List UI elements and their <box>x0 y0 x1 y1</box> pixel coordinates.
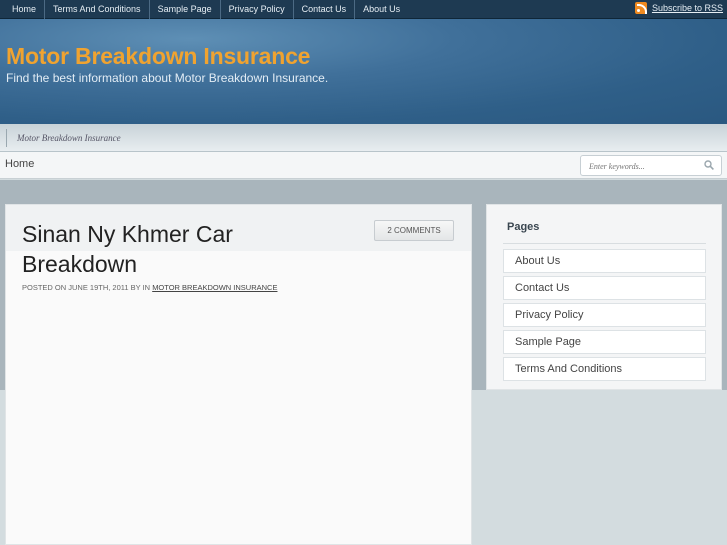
post-title[interactable]: Sinan Ny Khmer Car Breakdown <box>22 219 322 279</box>
top-navigation-bar: Home Terms And Conditions Sample Page Pr… <box>0 0 727 19</box>
post-category-link[interactable]: MOTOR BREAKDOWN INSURANCE <box>152 283 277 292</box>
secondary-nav-home[interactable]: Home <box>5 158 34 170</box>
sidebar: Pages About Us Contact Us Privacy Policy… <box>486 204 722 390</box>
sidebar-item-privacy-policy[interactable]: Privacy Policy <box>503 303 706 327</box>
sidebar-title: Pages <box>507 221 540 233</box>
search-box <box>580 155 722 176</box>
site-description: Find the best information about Motor Br… <box>6 71 329 85</box>
post-meta: POSTED ON JUNE 19TH, 2011 BY IN MOTOR BR… <box>22 283 277 292</box>
top-nav: Home Terms And Conditions Sample Page Pr… <box>4 0 408 19</box>
sidebar-item-about-us[interactable]: About Us <box>503 249 706 273</box>
sidebar-item-sample-page[interactable]: Sample Page <box>503 330 706 354</box>
breadcrumb-bar: Motor Breakdown Insurance <box>0 124 727 152</box>
sidebar-pages-list: About Us Contact Us Privacy Policy Sampl… <box>503 249 706 384</box>
top-nav-home[interactable]: Home <box>4 0 46 19</box>
rss-subscribe-link[interactable]: Subscribe to RSS <box>652 3 723 13</box>
sidebar-item-terms[interactable]: Terms And Conditions <box>503 357 706 381</box>
breadcrumb[interactable]: Motor Breakdown Insurance <box>6 129 121 147</box>
search-icon[interactable] <box>704 160 714 170</box>
top-nav-terms[interactable]: Terms And Conditions <box>45 0 150 19</box>
site-header: Motor Breakdown Insurance Find the best … <box>0 19 727 124</box>
post-meta-text: POSTED ON JUNE 19TH, 2011 BY IN <box>22 283 153 292</box>
site-title[interactable]: Motor Breakdown Insurance <box>6 43 310 70</box>
top-nav-about-us[interactable]: About Us <box>355 0 408 19</box>
top-nav-privacy-policy[interactable]: Privacy Policy <box>221 0 294 19</box>
top-nav-sample-page[interactable]: Sample Page <box>150 0 221 19</box>
comments-button[interactable]: 2 COMMENTS <box>374 220 454 241</box>
rss-icon[interactable] <box>634 2 647 14</box>
sidebar-item-contact-us[interactable]: Contact Us <box>503 276 706 300</box>
sidebar-divider <box>503 243 706 244</box>
rss-subscribe: Subscribe to RSS <box>634 2 723 14</box>
secondary-nav: Home <box>0 152 727 179</box>
post-panel: Sinan Ny Khmer Car Breakdown 2 COMMENTS … <box>5 204 472 545</box>
search-input[interactable] <box>589 159 699 173</box>
top-nav-contact-us[interactable]: Contact Us <box>294 0 356 19</box>
